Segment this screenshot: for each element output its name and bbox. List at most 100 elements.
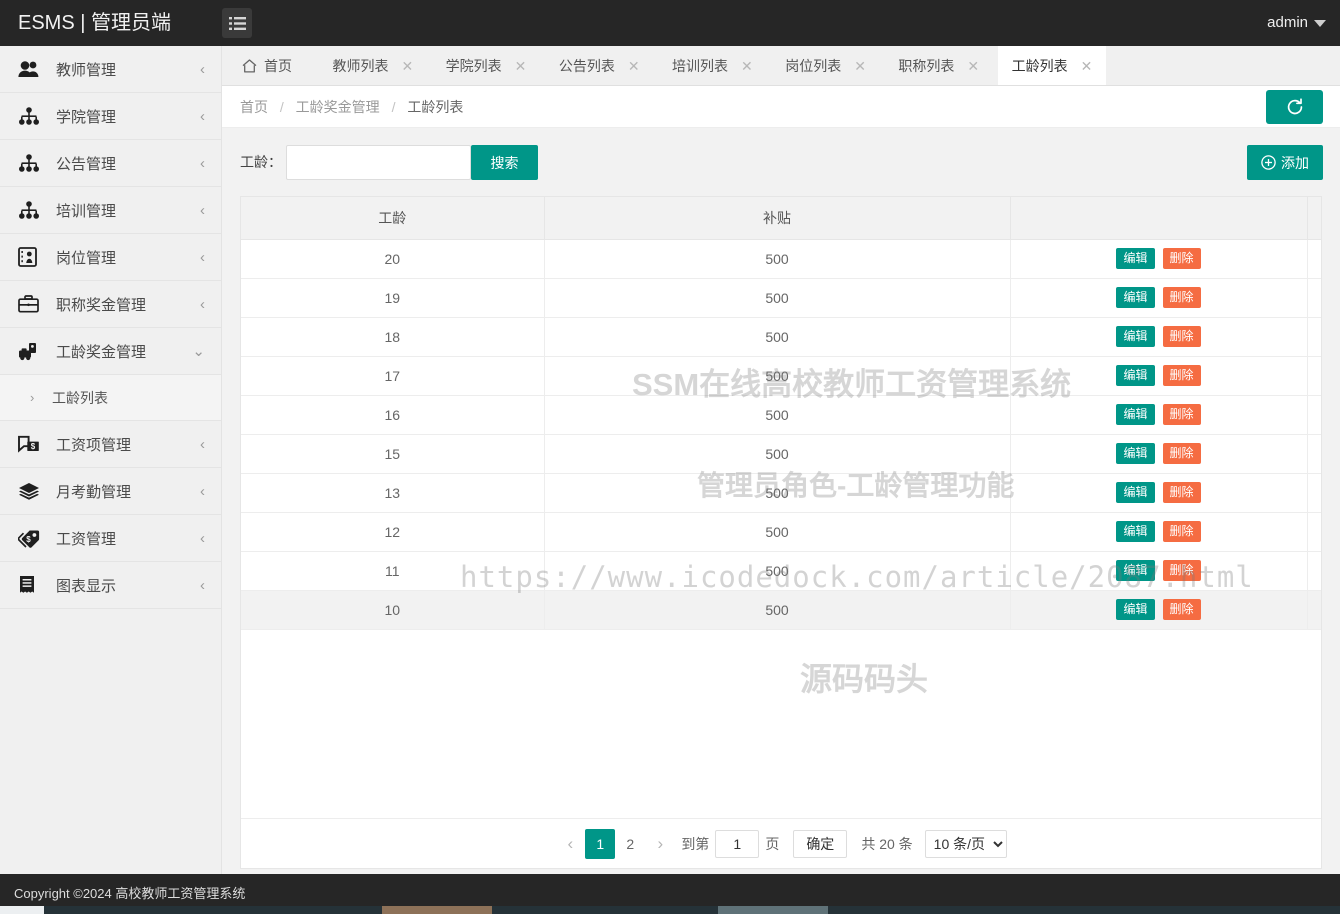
sitemap-icon [18,151,48,175]
table-row[interactable]: 15500编辑删除 [241,434,1321,473]
cell-actions: 编辑删除 [1010,278,1307,317]
table-row[interactable]: 11500编辑删除 [241,551,1321,590]
cell-seniority: 17 [241,356,544,395]
delete-button[interactable]: 删除 [1163,365,1201,386]
tab-home[interactable]: 首页 [222,46,314,86]
edit-button[interactable]: 编辑 [1116,287,1154,308]
table-row[interactable]: 19500编辑删除 [241,278,1321,317]
delete-button[interactable]: 删除 [1163,404,1201,425]
edit-button[interactable]: 编辑 [1116,560,1154,581]
table-panel: 工龄 补贴 20500编辑删除19500编辑删除18500编辑删除17500编辑… [240,196,1322,869]
cell-actions: 编辑删除 [1010,551,1307,590]
user-menu[interactable]: admin [1267,0,1326,46]
plus-circle-icon [1261,155,1276,170]
sidebar-item-teacher[interactable]: 教师管理 ‹ [0,46,221,93]
sidebar-item-attendance[interactable]: 月考勤管理 ‹ [0,468,221,515]
table-row[interactable]: 16500编辑删除 [241,395,1321,434]
table-row[interactable]: 13500编辑删除 [241,473,1321,512]
delete-button[interactable]: 删除 [1163,482,1201,503]
tab-title-list[interactable]: 职称列表 ✕ [884,46,993,86]
menu-icon[interactable] [222,8,252,38]
chevron-left-icon: ‹ [191,155,205,172]
close-icon[interactable]: ✕ [741,59,753,73]
pagination-next[interactable]: › [645,829,675,859]
tab-label: 岗位列表 [785,56,841,76]
delete-button[interactable]: 删除 [1163,560,1201,581]
table-row[interactable]: 10500编辑删除 [241,590,1321,629]
tag-icon: $ [18,526,48,550]
sidebar-item-training[interactable]: 培训管理 ‹ [0,187,221,234]
pagination-page-1[interactable]: 1 [585,829,615,859]
sidebar-item-salary[interactable]: $ 工资管理 ‹ [0,515,221,562]
os-taskbar [0,906,1340,914]
cell-spacer [1307,395,1321,434]
delete-button[interactable]: 删除 [1163,443,1201,464]
delete-button[interactable]: 删除 [1163,599,1201,620]
cell-subsidy: 500 [544,590,1010,629]
sitemap-icon [18,104,48,128]
edit-button[interactable]: 编辑 [1116,404,1154,425]
pagination-prev[interactable]: ‹ [555,829,585,859]
tab-teacher-list[interactable]: 教师列表 ✕ [318,46,427,86]
cell-actions: 编辑删除 [1010,590,1307,629]
delete-button[interactable]: 删除 [1163,287,1201,308]
sidebar-item-announcement[interactable]: 公告管理 ‹ [0,140,221,187]
taskbar-segment [0,906,44,914]
breadcrumb-bar: 首页 / 工龄奖金管理 / 工龄列表 [222,86,1340,128]
pagination-page-size-select[interactable]: 10 条/页20 条/页30 条/页50 条/页 [925,830,1007,858]
sidebar-item-label: 工资项管理 [48,434,191,455]
sidebar-item-seniority-bonus[interactable]: 工龄奖金管理 ⌄ [0,328,221,375]
close-icon[interactable]: ✕ [515,59,527,73]
tab-college-list[interactable]: 学院列表 ✕ [432,46,541,86]
cell-seniority: 20 [241,239,544,278]
cell-seniority: 10 [241,590,544,629]
edit-button[interactable]: 编辑 [1116,599,1154,620]
cell-spacer [1307,551,1321,590]
close-icon[interactable]: ✕ [1081,59,1093,73]
breadcrumb-item-home[interactable]: 首页 [240,99,268,115]
sidebar-item-charts[interactable]: 图表显示 ‹ [0,562,221,609]
search-button[interactable]: 搜索 [471,145,538,180]
sidebar-item-title-bonus[interactable]: 职称奖金管理 ‹ [0,281,221,328]
delete-button[interactable]: 删除 [1163,248,1201,269]
delete-button[interactable]: 删除 [1163,521,1201,542]
pagination-jump-input[interactable] [715,830,759,858]
chevron-left-icon: ‹ [191,530,205,547]
table-row[interactable]: 12500编辑删除 [241,512,1321,551]
edit-button[interactable]: 编辑 [1116,365,1154,386]
tab-training-list[interactable]: 培训列表 ✕ [658,46,767,86]
cell-spacer [1307,356,1321,395]
chevron-left-icon: ‹ [191,249,205,266]
table-body: 20500编辑删除19500编辑删除18500编辑删除17500编辑删除1650… [241,239,1321,629]
sidebar-item-college[interactable]: 学院管理 ‹ [0,93,221,140]
close-icon[interactable]: ✕ [854,59,866,73]
sidebar-item-position[interactable]: 岗位管理 ‹ [0,234,221,281]
edit-button[interactable]: 编辑 [1116,521,1154,542]
edit-button[interactable]: 编辑 [1116,326,1154,347]
edit-button[interactable]: 编辑 [1116,248,1154,269]
delete-button[interactable]: 删除 [1163,326,1201,347]
tab-position-list[interactable]: 岗位列表 ✕ [771,46,880,86]
table-row[interactable]: 17500编辑删除 [241,356,1321,395]
pagination-confirm-button[interactable]: 确定 [793,830,847,858]
search-label: 工龄： [240,152,282,172]
tab-seniority-list[interactable]: 工龄列表 ✕ [998,46,1107,86]
close-icon[interactable]: ✕ [967,59,979,73]
search-input[interactable] [286,145,471,180]
table-row[interactable]: 18500编辑删除 [241,317,1321,356]
close-icon[interactable]: ✕ [628,59,640,73]
add-button[interactable]: 添加 [1247,145,1323,180]
pagination-page-2[interactable]: 2 [615,829,645,859]
sidebar-item-seniority-list[interactable]: › 工龄列表 [0,375,221,421]
close-icon[interactable]: ✕ [401,59,413,73]
id-card-icon [18,245,48,269]
breadcrumb-item-module[interactable]: 工龄奖金管理 [296,99,380,115]
edit-button[interactable]: 编辑 [1116,443,1154,464]
cell-subsidy: 500 [544,551,1010,590]
edit-button[interactable]: 编辑 [1116,482,1154,503]
table-row[interactable]: 20500编辑删除 [241,239,1321,278]
tab-announcement-list[interactable]: 公告列表 ✕ [545,46,654,86]
sidebar-item-salary-item[interactable]: $ 工资项管理 ‹ [0,421,221,468]
refresh-icon[interactable] [1266,90,1323,124]
cell-seniority: 12 [241,512,544,551]
